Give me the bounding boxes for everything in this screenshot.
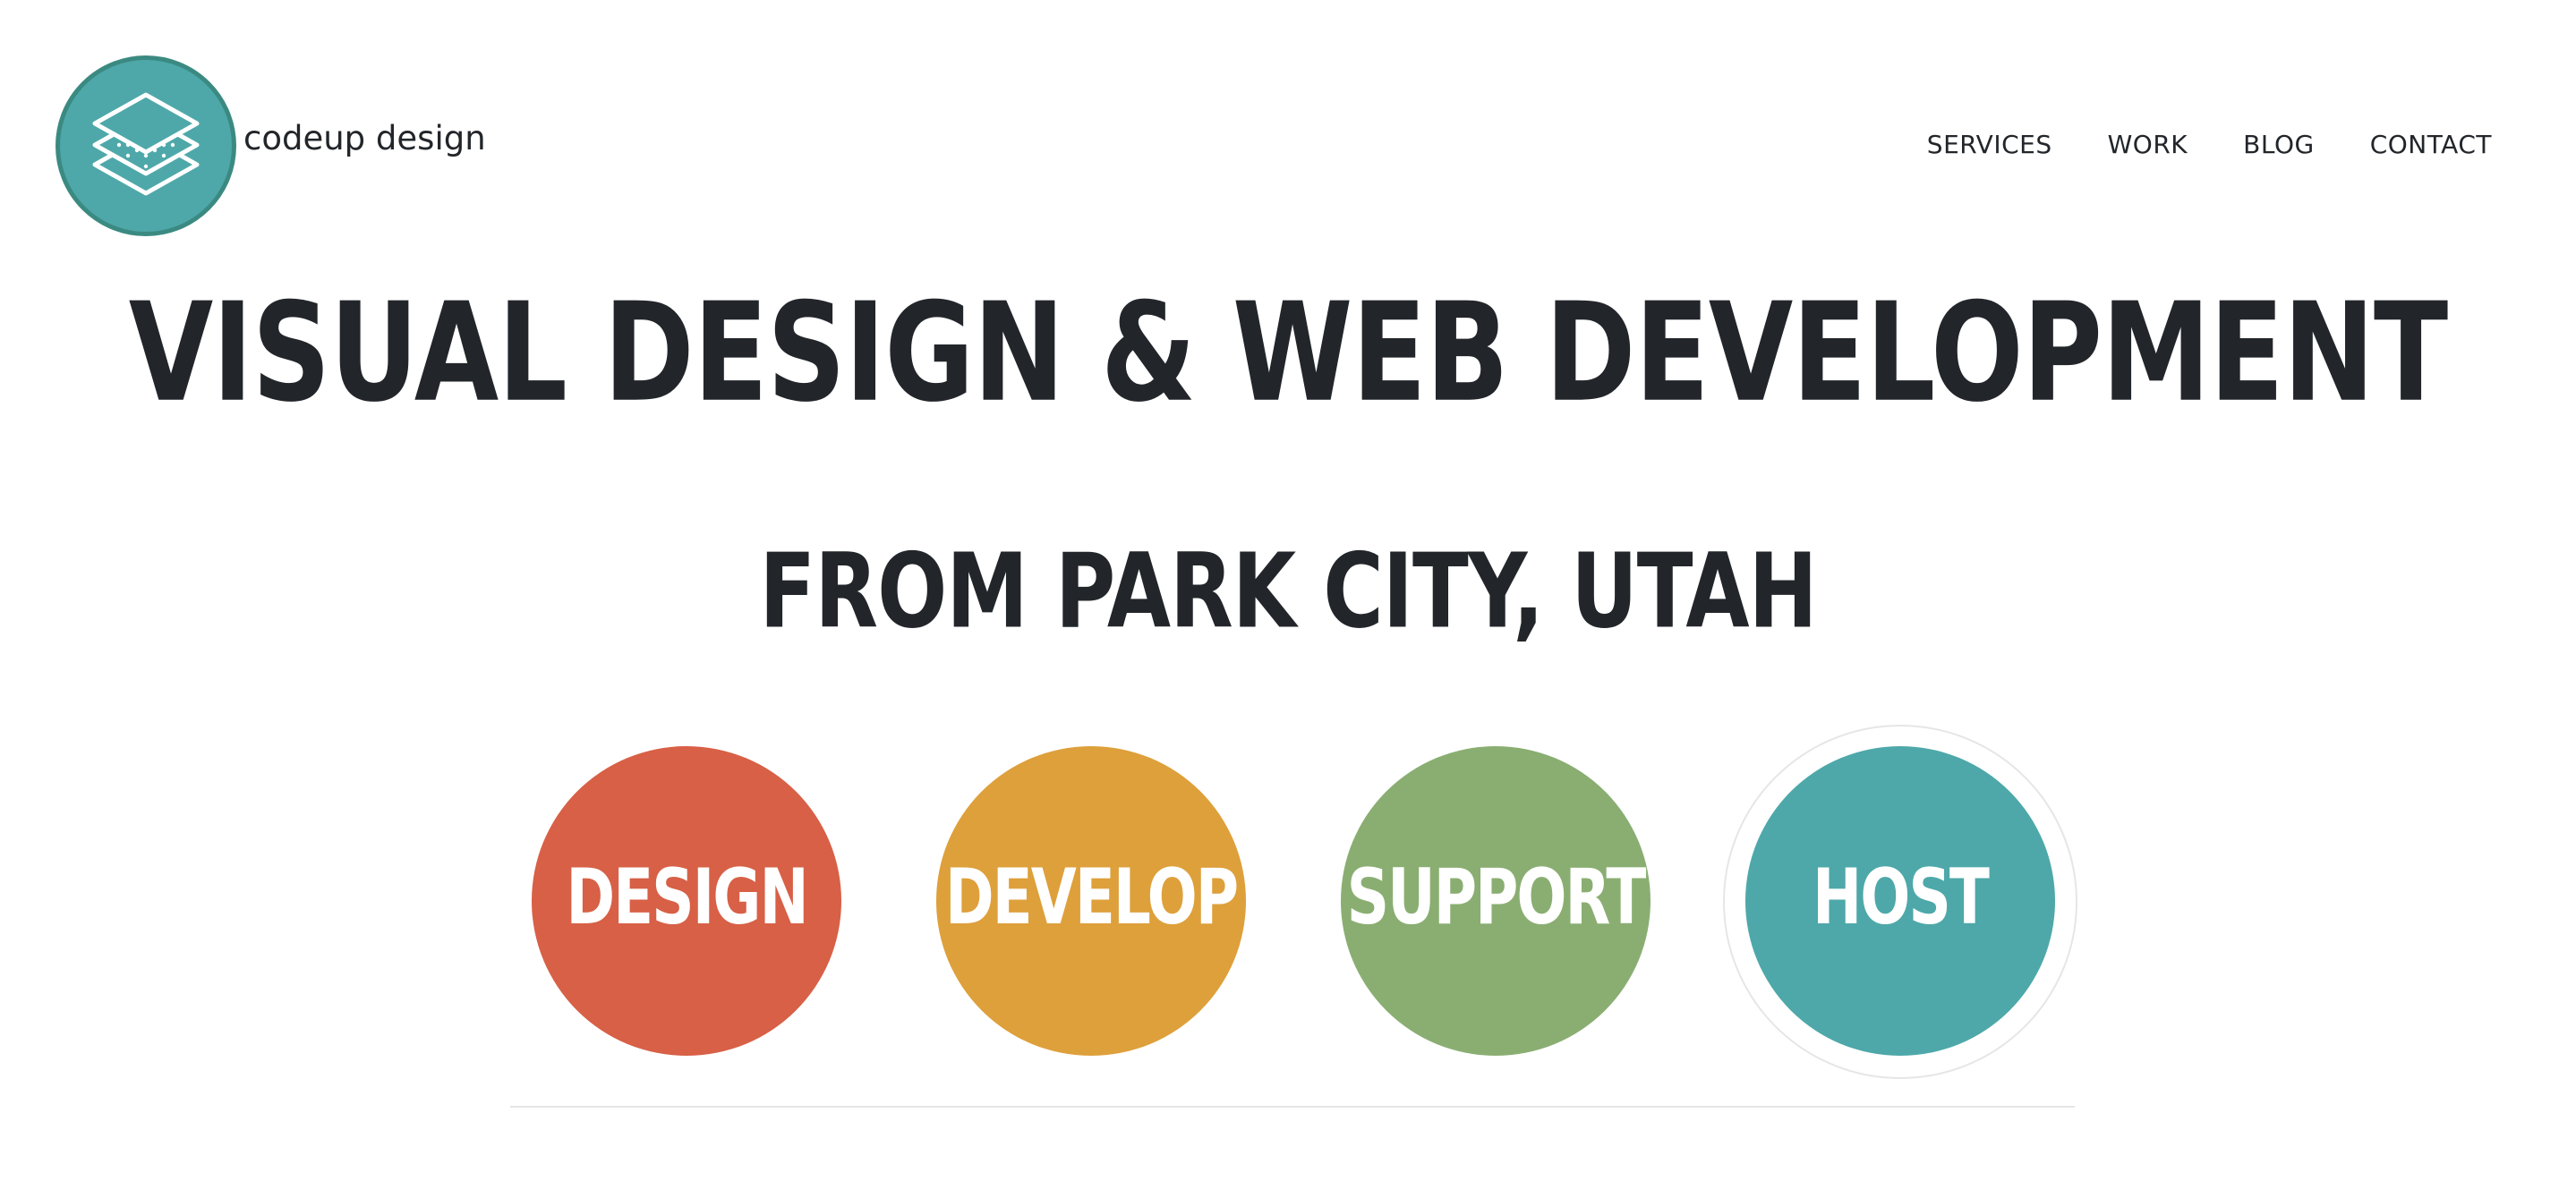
service-design-button[interactable]: DESIGN: [532, 746, 841, 1056]
service-develop-button[interactable]: DEVELOP: [936, 746, 1246, 1056]
nav-services[interactable]: SERVICES: [1927, 132, 2052, 157]
page-headline: VISUAL DESIGN & WEB DEVELOPMENT: [128, 273, 2448, 432]
logo[interactable]: [55, 55, 236, 236]
page: codeup design SERVICES WORK BLOG CONTACT…: [0, 0, 2576, 1181]
page-subheadline: FROM PARK CITY, UTAH: [759, 531, 1817, 651]
service-develop-label: DEVELOP: [944, 851, 1239, 942]
layers-icon: [92, 92, 200, 196]
brand-name[interactable]: codeup design: [243, 122, 486, 155]
nav-blog[interactable]: BLOG: [2243, 132, 2315, 157]
main-nav: SERVICES WORK BLOG CONTACT: [1927, 132, 2492, 157]
nav-work[interactable]: WORK: [2108, 132, 2188, 157]
service-support-button[interactable]: SUPPORT: [1341, 746, 1651, 1056]
service-host-label: HOST: [1813, 851, 1990, 942]
service-design-label: DESIGN: [566, 851, 808, 942]
service-host-button[interactable]: HOST: [1745, 746, 2055, 1056]
section-divider: [510, 1106, 2075, 1108]
service-support-label: SUPPORT: [1346, 851, 1647, 942]
nav-contact[interactable]: CONTACT: [2370, 132, 2492, 157]
